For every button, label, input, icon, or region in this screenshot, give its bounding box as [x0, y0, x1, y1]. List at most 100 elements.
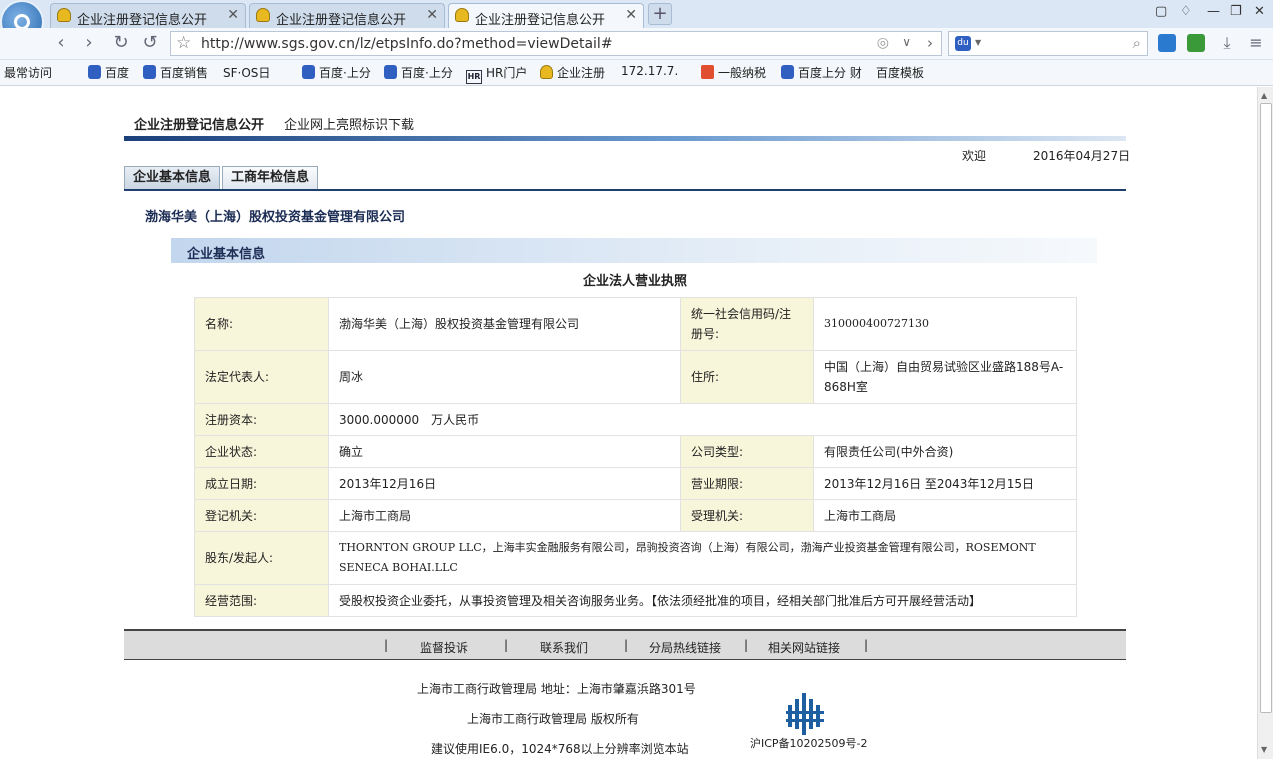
bookmark-item[interactable]: 百度销售 [143, 64, 208, 81]
undo-icon[interactable]: ↺ [139, 32, 161, 54]
hr-icon: HR [466, 70, 482, 84]
share-icon[interactable] [1158, 34, 1176, 52]
table-row: 注册资本: 3000.000000 万人民币 [194, 403, 1077, 436]
bookmark-star-icon[interactable]: ☆ [176, 33, 191, 53]
subtab-divider [124, 189, 1126, 191]
table-row: 股东/发起人: THORNTON GROUP LLC，上海丰实金融服务有限公司，… [194, 531, 1077, 585]
field-value: 上海市工商局 [328, 499, 681, 532]
go-icon[interactable]: › [927, 34, 933, 52]
close-window-icon[interactable]: ✕ [1254, 4, 1265, 19]
maximize-icon[interactable]: ❐ [1230, 4, 1242, 19]
footer-separator: | [624, 638, 629, 652]
search-icon[interactable]: ⌕ [1133, 34, 1141, 52]
field-label: 住所: [680, 350, 814, 404]
table-row: 经营范围: 受股权投资企业委托，从事投资管理及相关咨询服务业务。【依法须经批准的… [194, 584, 1077, 617]
tab-annual-inspection[interactable]: 工商年检信息 [222, 166, 319, 190]
menu-icon[interactable]: ≡ [1245, 32, 1267, 54]
search-engine-dropdown-icon[interactable]: ▼ [975, 38, 981, 47]
tab-3-active[interactable]: 企业注册登记信息公开 ✕ [448, 3, 644, 28]
field-label: 企业状态: [194, 435, 329, 468]
field-label: 登记机关: [194, 499, 329, 532]
table-row: 法定代表人: 周冰 住所: 中国（上海）自由贸易试验区业盛路188号A-868H… [194, 350, 1077, 404]
address-bar[interactable]: ☆ http://www.sgs.gov.cn/lz/etpsInfo.do?m… [170, 31, 942, 56]
baidu-icon [781, 65, 794, 79]
page-content: 企业注册登记信息公开 企业网上亮照标识下载 欢迎 2016年04月27日 企业基… [0, 87, 1257, 759]
tab-close-icon[interactable]: ✕ [227, 7, 239, 23]
gov-emblem-icon [455, 8, 469, 22]
field-label: 公司类型: [680, 435, 814, 468]
forward-icon[interactable]: › [78, 32, 100, 54]
field-label: 统一社会信用码/注册号: [680, 297, 814, 351]
bookmark-item[interactable]: 百度·上分 [384, 64, 453, 81]
bookmark-item[interactable]: 一般纳税 [701, 64, 766, 81]
browser-tabbar: 企业注册登记信息公开 ✕ 企业注册登记信息公开 ✕ 企业注册登记信息公开 ✕ +… [0, 0, 1273, 44]
tab-close-icon[interactable]: ✕ [426, 7, 438, 23]
footer-copyright: 上海市工商行政管理局 版权所有 [467, 712, 639, 726]
new-tab-button[interactable]: + [648, 3, 672, 25]
field-value: 确立 [328, 435, 681, 468]
field-value: 2013年12月16日 [328, 467, 681, 500]
business-license-table: 名称: 渤海华美（上海）股权投资基金管理有限公司 统一社会信用码/注册号: 31… [194, 297, 1077, 617]
field-value: 310000400727130 [813, 297, 1077, 351]
refresh-icon[interactable]: ↻ [110, 32, 132, 54]
screenshot-icon[interactable] [1187, 34, 1205, 52]
bookmark-item[interactable]: 企业注册 [540, 64, 605, 81]
vertical-scrollbar[interactable]: ▲ ▼ [1257, 87, 1273, 759]
bookmark-item[interactable]: 最常访问 [4, 64, 52, 165]
compat-mode-icon[interactable]: ◎ [877, 35, 889, 51]
dropdown-chevron-icon[interactable]: ∨ [902, 35, 911, 49]
field-label: 经营范围: [194, 584, 329, 617]
gov-emblem-icon [57, 8, 71, 22]
scroll-up-arrow-icon[interactable]: ▲ [1261, 91, 1267, 100]
baidu-search-icon[interactable]: du [955, 36, 971, 51]
download-icon[interactable]: ⤓ [1216, 32, 1238, 54]
field-label: 法定代表人: [194, 350, 329, 404]
url-text[interactable]: http://www.sgs.gov.cn/lz/etpsInfo.do?met… [201, 36, 613, 52]
footer-link-complaint[interactable]: 监督投诉 [420, 639, 468, 656]
footer-link-related-sites[interactable]: 相关网站链接 [768, 639, 840, 656]
bookmarks-bar: 最常访问 百度 百度销售 SF·OS日 百度·上分 百度·上分 HR HR门户 企… [0, 60, 1273, 165]
footer-separator: | [744, 638, 749, 652]
nav-license-logo-download[interactable]: 企业网上亮照标识下载 [284, 114, 414, 133]
field-value: 3000.000000 万人民币 [328, 403, 1077, 436]
minimize-icon[interactable]: — [1207, 4, 1220, 19]
welcome-text: 欢迎 [962, 149, 987, 163]
bookmark-item[interactable]: 百度 [88, 64, 129, 81]
icp-number[interactable]: 沪ICP备10202509号-2 [750, 735, 868, 751]
footer-link-hotline[interactable]: 分局热线链接 [649, 639, 721, 656]
footer-separator: | [504, 638, 509, 652]
bookmark-item[interactable]: SF·OS日 [223, 64, 270, 165]
table-row: 名称: 渤海华美（上海）股权投资基金管理有限公司 统一社会信用码/注册号: 31… [194, 297, 1077, 351]
lock-icon[interactable]: ▢ [1155, 4, 1167, 19]
baidu-icon [88, 65, 101, 79]
baidu-icon [143, 65, 156, 79]
gov-emblem-icon [540, 65, 553, 79]
table-row: 登记机关: 上海市工商局 受理机关: 上海市工商局 [194, 499, 1077, 532]
tab-basic-info[interactable]: 企业基本信息 [124, 166, 221, 190]
bookmark-item[interactable]: 172.17.7. [621, 64, 678, 165]
tab-1[interactable]: 企业注册登记信息公开 ✕ [50, 3, 246, 28]
bookmark-item[interactable]: 百度·上分 [302, 64, 371, 81]
tab-2[interactable]: 企业注册登记信息公开 ✕ [249, 3, 445, 28]
nav-registration-disclosure[interactable]: 企业注册登记信息公开 [134, 114, 264, 133]
tab-title: 企业注册登记信息公开 [276, 13, 407, 28]
scroll-down-arrow-icon[interactable]: ▼ [1261, 745, 1267, 754]
bookmark-item[interactable]: 百度上分 财 [781, 64, 862, 81]
field-label: 营业期限: [680, 467, 814, 500]
skin-icon[interactable]: ♢ [1180, 4, 1192, 19]
bookmark-item[interactable]: 百度模板 [876, 64, 924, 165]
gov-emblem-icon [256, 8, 270, 22]
tab-close-icon[interactable]: ✕ [625, 7, 637, 23]
footer-link-contact[interactable]: 联系我们 [540, 639, 588, 656]
footer-separator: | [864, 638, 869, 652]
scroll-thumb[interactable] [1260, 103, 1272, 713]
back-icon[interactable]: ‹ [50, 32, 72, 54]
header-divider [124, 136, 1126, 141]
bookmark-item[interactable]: HR HR门户 [466, 64, 527, 84]
section-header: 企业基本信息 [171, 238, 1097, 263]
field-value: 中国（上海）自由贸易试验区业盛路188号A-868H室 [813, 350, 1077, 404]
table-row: 企业状态: 确立 公司类型: 有限责任公司(中外合资) [194, 435, 1077, 468]
search-box[interactable]: du ▼ ⌕ [948, 31, 1148, 56]
company-name-heading: 渤海华美（上海）股权投资基金管理有限公司 [145, 210, 406, 225]
table-row: 成立日期: 2013年12月16日 营业期限: 2013年12月16日 至204… [194, 467, 1077, 500]
